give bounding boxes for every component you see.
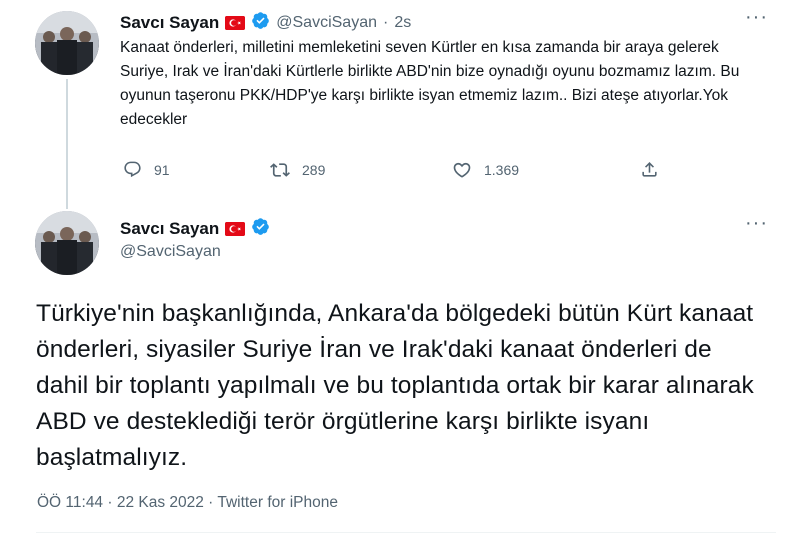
tweet-time[interactable]: 2s (394, 14, 411, 32)
turkey-flag-icon (225, 222, 246, 236)
more-options-button[interactable]: ··· (745, 212, 768, 235)
share-icon (642, 162, 657, 177)
reply-button[interactable]: 91 (123, 160, 170, 179)
reply-count: 91 (154, 161, 170, 178)
author-handle[interactable]: @SavciSayan (120, 243, 221, 261)
like-button[interactable]: 1.369 (452, 160, 519, 180)
retweet-button[interactable]: 289 (270, 160, 325, 180)
tweet-timestamp[interactable]: ÖÖ 11:44 · 22 Kas 2022 · Twitter for iPh… (37, 494, 338, 512)
share-button[interactable] (640, 160, 671, 179)
author-name[interactable]: Savcı Sayan (120, 219, 219, 239)
like-count: 1.369 (484, 162, 520, 178)
avatar[interactable] (35, 11, 99, 75)
author-name[interactable]: Savcı Sayan (120, 13, 219, 33)
reply-icon (124, 161, 141, 178)
separator-dot: · (382, 14, 389, 31)
verified-badge-icon (251, 217, 270, 241)
avatar-photo (35, 11, 99, 75)
avatar-photo (35, 211, 99, 275)
divider (36, 532, 776, 533)
thread-connector-line (66, 79, 68, 209)
retweet-icon (270, 163, 290, 177)
heart-icon (453, 162, 471, 178)
tweet1-text: Kanaat önderleri, milletini memleketini … (120, 39, 740, 128)
tweet2-header: Savcı Sayan (120, 217, 270, 241)
verified-badge-icon (251, 11, 270, 35)
more-options-button[interactable]: ··· (745, 6, 768, 29)
retweet-count: 289 (302, 162, 326, 178)
tweet1-header: Savcı Sayan @SavciSayan · 2s (120, 11, 411, 35)
author-handle[interactable]: @SavciSayan (276, 14, 377, 32)
avatar[interactable] (35, 211, 99, 275)
tweet2-text: Türkiye'nin başkanlığında, Ankara'da böl… (36, 300, 754, 471)
turkey-flag-icon (225, 16, 246, 30)
